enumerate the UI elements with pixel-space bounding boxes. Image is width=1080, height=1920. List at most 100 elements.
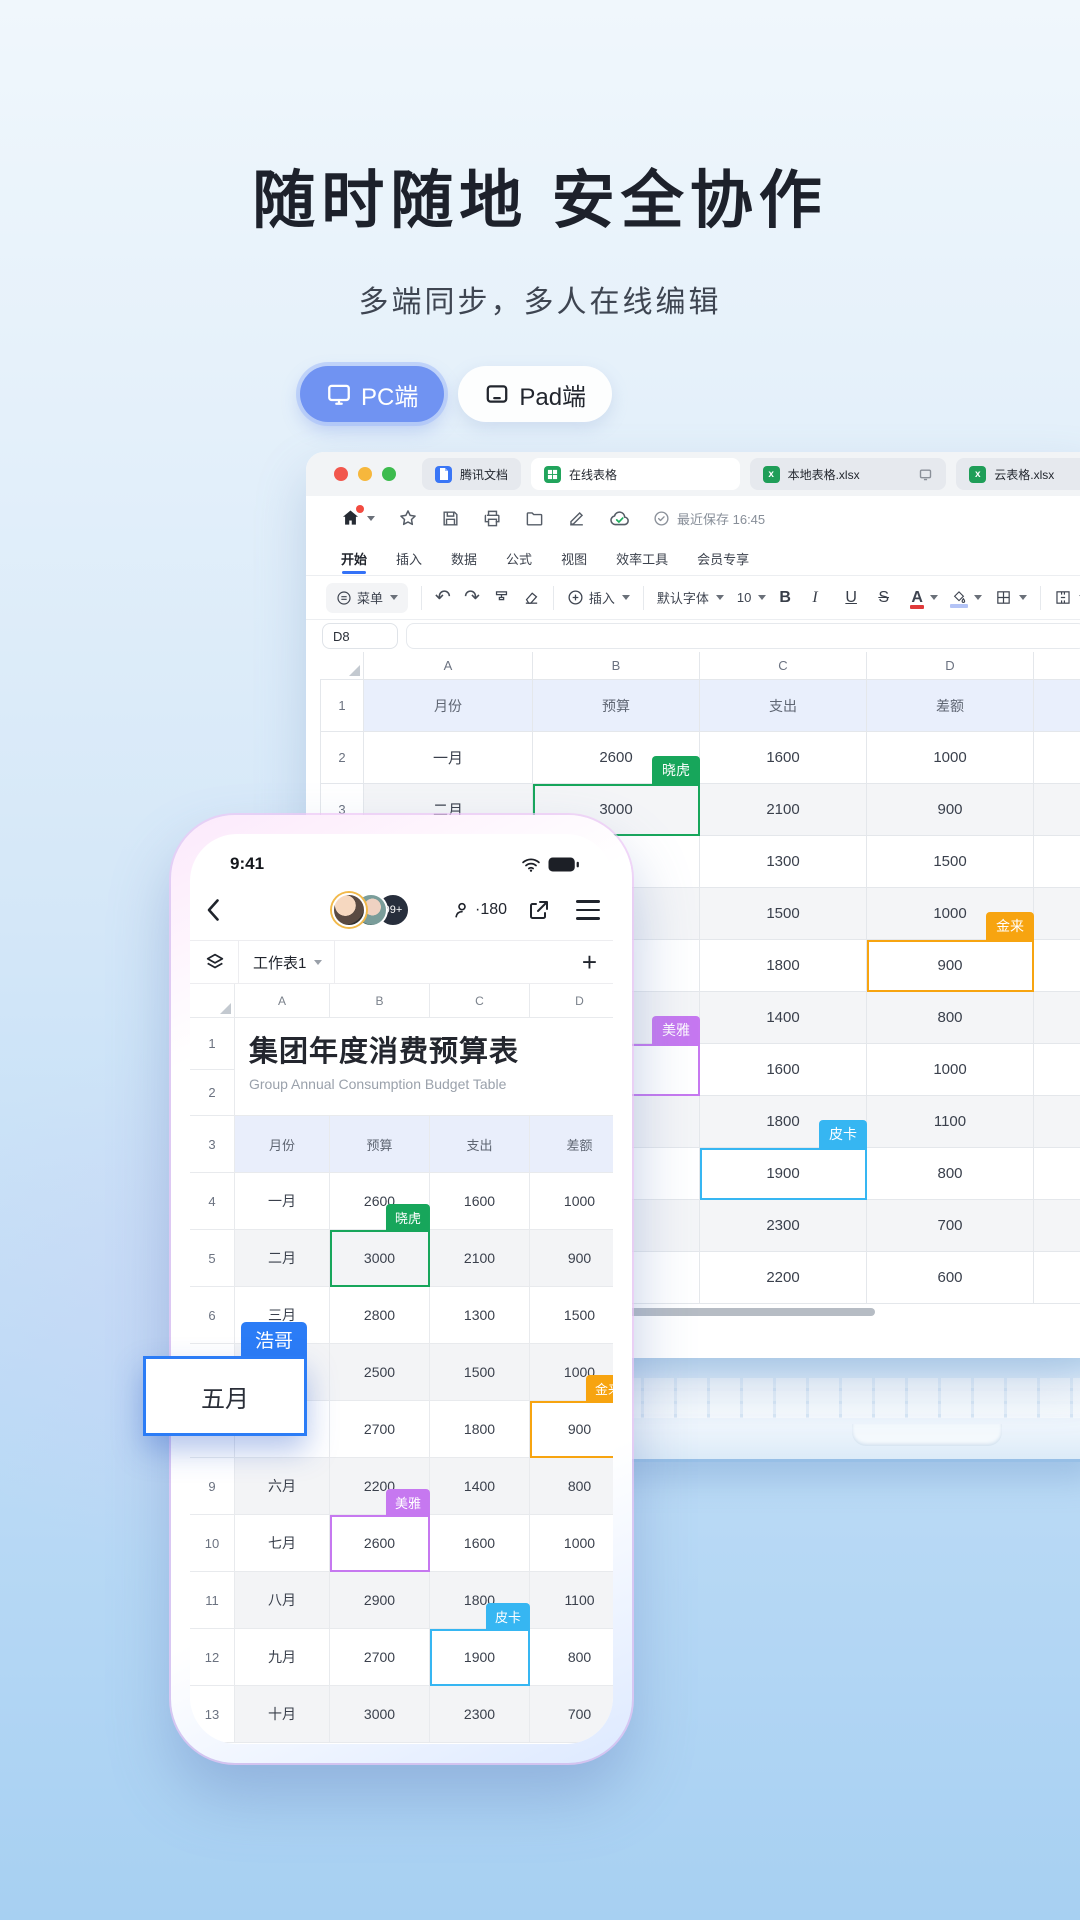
row-header[interactable]: 10 <box>190 1515 235 1572</box>
row-header[interactable]: 2 <box>320 732 364 784</box>
table-cell[interactable] <box>1034 1148 1080 1200</box>
table-cell[interactable]: 900 <box>867 940 1034 992</box>
member-count[interactable]: ·180 <box>452 900 507 920</box>
row-header[interactable]: 2 <box>190 1070 235 1116</box>
table-cell[interactable]: 900 <box>530 1230 613 1287</box>
row-header[interactable]: 5 <box>190 1230 235 1287</box>
ribbon-menu-active[interactable]: 开始 <box>340 542 368 575</box>
table-cell[interactable]: 800 <box>867 1148 1034 1200</box>
table-cell[interactable]: 1800 <box>700 1096 867 1148</box>
table-cell[interactable]: 差额 <box>530 1116 613 1173</box>
table-cell[interactable]: 1000 <box>530 1515 613 1572</box>
dragged-cell[interactable]: 五月 <box>143 1356 307 1436</box>
pad-tab-button[interactable]: Pad端 <box>458 366 612 422</box>
tab-tencent-docs[interactable]: 腾讯文档 <box>422 458 521 490</box>
underline-button[interactable]: U <box>845 589 865 607</box>
table-cell[interactable]: 1100 <box>530 1572 613 1629</box>
table-cell[interactable]: 1000 <box>867 1044 1034 1096</box>
table-cell[interactable]: 1800 <box>700 940 867 992</box>
table-cell[interactable]: 1500 <box>867 836 1034 888</box>
share-button[interactable] <box>527 898 551 922</box>
strikethrough-button[interactable]: S <box>878 589 898 607</box>
table-cell[interactable]: 3000 <box>330 1686 430 1743</box>
table-cell[interactable]: 预算 <box>533 680 700 732</box>
ribbon-menu-item[interactable]: 视图 <box>560 542 588 575</box>
table-cell[interactable]: 1400 <box>430 1458 530 1515</box>
tab-local-sheet[interactable]: x 本地表格.xlsx <box>750 458 947 490</box>
row-header[interactable]: 11 <box>190 1572 235 1629</box>
column-header[interactable]: D <box>867 652 1034 680</box>
table-cell[interactable]: 差额 <box>867 680 1034 732</box>
row-header[interactable]: 1 <box>320 680 364 732</box>
column-header[interactable]: D <box>530 984 613 1018</box>
edit-button[interactable] <box>567 509 586 528</box>
row-header[interactable]: 6 <box>190 1287 235 1344</box>
ribbon-menu-item[interactable]: 会员专享 <box>696 542 750 575</box>
table-cell[interactable] <box>1034 680 1080 732</box>
table-cell-subtitle[interactable]: Group Annual Consumption Budget Table <box>235 1070 613 1116</box>
bold-button[interactable]: B <box>779 589 799 607</box>
table-cell[interactable]: 2600 <box>533 732 700 784</box>
table-cell[interactable]: 1900 <box>700 1148 867 1200</box>
tab-cloud-sheet[interactable]: x 云表格.xlsx <box>956 458 1080 490</box>
table-cell[interactable]: 2700 <box>330 1401 430 1458</box>
table-cell[interactable]: 九月 <box>235 1629 330 1686</box>
table-cell[interactable]: 1600 <box>430 1515 530 1572</box>
collaborator-avatars[interactable]: 99+ <box>332 893 410 927</box>
table-cell[interactable] <box>1034 888 1080 940</box>
ribbon-menu-item[interactable]: 效率工具 <box>615 542 669 575</box>
font-family-select[interactable]: 默认字体 <box>657 588 724 607</box>
table-cell[interactable]: 支出 <box>700 680 867 732</box>
home-button[interactable] <box>340 508 375 528</box>
table-cell[interactable]: 2300 <box>430 1686 530 1743</box>
clear-format-button[interactable] <box>523 589 540 606</box>
back-button[interactable] <box>206 898 220 922</box>
table-cell[interactable] <box>1034 1252 1080 1304</box>
table-cell[interactable] <box>1034 1200 1080 1252</box>
table-cell[interactable]: 2800 <box>330 1287 430 1344</box>
format-painter-button[interactable] <box>493 589 510 606</box>
column-header[interactable]: A <box>364 652 533 680</box>
table-cell[interactable]: 一月 <box>235 1173 330 1230</box>
table-cell[interactable]: 一月 <box>364 732 533 784</box>
table-cell[interactable]: 十月 <box>235 1686 330 1743</box>
cell-name-box[interactable]: D8 <box>322 623 398 649</box>
table-cell[interactable] <box>1034 1044 1080 1096</box>
table-cell[interactable]: 1600 <box>700 1044 867 1096</box>
column-header[interactable]: C <box>430 984 530 1018</box>
cloud-sync-button[interactable] <box>609 509 630 528</box>
table-cell[interactable]: 800 <box>530 1458 613 1515</box>
table-cell[interactable]: 月份 <box>364 680 533 732</box>
table-cell[interactable]: 2600 <box>330 1515 430 1572</box>
undo-button[interactable]: ↶ <box>435 586 451 609</box>
font-size-select[interactable]: 10 <box>737 590 766 605</box>
row-header[interactable]: 9 <box>190 1458 235 1515</box>
ribbon-menu-item[interactable]: 公式 <box>505 542 533 575</box>
borders-button[interactable] <box>995 589 1027 606</box>
table-cell[interactable]: 1600 <box>700 732 867 784</box>
row-header[interactable]: 4 <box>190 1173 235 1230</box>
table-cell[interactable]: 1900 <box>430 1629 530 1686</box>
table-cell-title[interactable]: 集团年度消费预算表 <box>235 1018 613 1070</box>
merge-cells-button[interactable] <box>1054 589 1080 606</box>
table-cell[interactable]: 1000 <box>867 732 1034 784</box>
select-all-corner[interactable] <box>320 652 364 680</box>
table-cell[interactable]: 1300 <box>700 836 867 888</box>
table-cell[interactable]: 3000 <box>330 1230 430 1287</box>
table-cell[interactable] <box>1034 992 1080 1044</box>
column-header[interactable]: B <box>330 984 430 1018</box>
table-cell[interactable]: 1600 <box>430 1173 530 1230</box>
table-cell[interactable] <box>1034 940 1080 992</box>
close-button[interactable] <box>334 467 348 481</box>
table-cell[interactable]: 700 <box>867 1200 1034 1252</box>
save-button[interactable] <box>441 509 460 528</box>
star-button[interactable] <box>398 508 418 528</box>
table-cell[interactable]: 1500 <box>430 1344 530 1401</box>
formula-input[interactable] <box>406 623 1080 649</box>
column-header[interactable]: B <box>533 652 700 680</box>
select-all-corner[interactable] <box>190 984 235 1018</box>
insert-button[interactable]: 插入 <box>567 588 630 607</box>
print-button[interactable] <box>483 509 502 528</box>
table-cell[interactable]: 900 <box>867 784 1034 836</box>
table-cell[interactable]: 1500 <box>530 1287 613 1344</box>
